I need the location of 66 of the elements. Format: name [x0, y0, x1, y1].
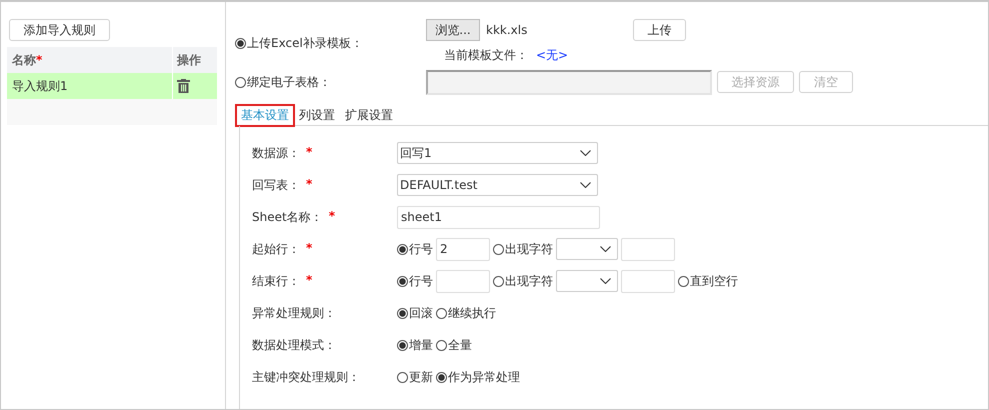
field-label: Sheet名称： [252, 208, 323, 226]
input-field[interactable]: 2 [436, 238, 490, 260]
select-field[interactable]: DEFAULT.test [397, 174, 598, 196]
radio-label: 上传Excel补录模板： [247, 34, 363, 52]
required-mark: * [328, 208, 335, 224]
radio-button[interactable] [397, 372, 408, 382]
tab[interactable]: 基本设置 [235, 104, 295, 127]
select-field[interactable]: 回写1 [397, 142, 598, 164]
radio-label: 绑定电子表格： [247, 74, 331, 90]
radio-label: 更新 [409, 368, 433, 386]
radio-button[interactable] [493, 276, 504, 286]
current-template-label: 当前模板文件： [444, 46, 528, 64]
radio-label: 增量 [409, 336, 433, 354]
required-mark: * [306, 272, 312, 288]
field-label: 数据处理模式： [252, 336, 336, 354]
field-label: 结束行： [252, 272, 300, 290]
radio-label: 全量 [448, 336, 472, 354]
radio-label: 直到空行 [690, 272, 738, 290]
radio-button[interactable] [397, 340, 408, 350]
add-rule-button[interactable]: 添加导入规则 [9, 19, 110, 41]
radio-button[interactable] [436, 372, 447, 382]
rule-row[interactable]: 导入规则1 [7, 73, 217, 99]
select-field[interactable] [556, 238, 618, 260]
field-label: 异常处理规则： [252, 304, 336, 322]
radio-button[interactable] [493, 244, 504, 254]
chevron-down-icon [600, 246, 611, 252]
radio-button[interactable] [397, 308, 408, 318]
select-field[interactable] [556, 270, 618, 292]
radio-button[interactable] [235, 76, 246, 88]
radio-button[interactable] [397, 276, 408, 286]
input-field[interactable] [621, 270, 675, 292]
radio-button[interactable] [235, 38, 246, 48]
required-mark: * [306, 240, 312, 256]
trash-icon[interactable] [177, 79, 190, 93]
radio-label: 行号 [409, 240, 433, 258]
tab[interactable]: 列设置 [293, 104, 341, 127]
radio-button[interactable] [436, 308, 447, 318]
field-label: 起始行： [252, 240, 300, 258]
input-field[interactable] [621, 238, 675, 260]
upload-button[interactable]: 上传 [633, 19, 686, 41]
radio-label: 作为异常处理 [448, 368, 520, 386]
file-name: kkk.xls [485, 23, 528, 37]
field-label: 回写表： [252, 176, 300, 194]
radio-label: 出现字符 [505, 272, 553, 290]
chevron-down-icon [580, 150, 591, 156]
radio-label: 继续执行 [448, 304, 496, 322]
current-template-link[interactable]: <无> [536, 46, 568, 64]
radio-button[interactable] [436, 340, 447, 350]
input-field[interactable]: sheet1 [397, 206, 600, 228]
input-field[interactable] [436, 270, 490, 292]
tab[interactable]: 扩展设置 [339, 104, 399, 127]
chevron-down-icon [600, 278, 611, 284]
required-mark: * [306, 144, 312, 160]
radio-button[interactable] [397, 244, 408, 254]
rule-name: 导入规则1 [12, 78, 68, 94]
browse-button[interactable]: 浏览... [426, 19, 480, 41]
radio-label: 回滚 [409, 304, 433, 322]
required-mark: * [306, 176, 312, 192]
chevron-down-icon [580, 182, 591, 188]
radio-label: 行号 [409, 272, 433, 290]
radio-button[interactable] [678, 276, 689, 286]
radio-label: 出现字符 [505, 240, 553, 258]
field-label: 数据源： [252, 144, 300, 162]
column-header: 操作 [176, 52, 202, 68]
field-label: 主键冲突处理规则： [252, 368, 360, 386]
spreadsheet-field[interactable] [426, 70, 712, 94]
